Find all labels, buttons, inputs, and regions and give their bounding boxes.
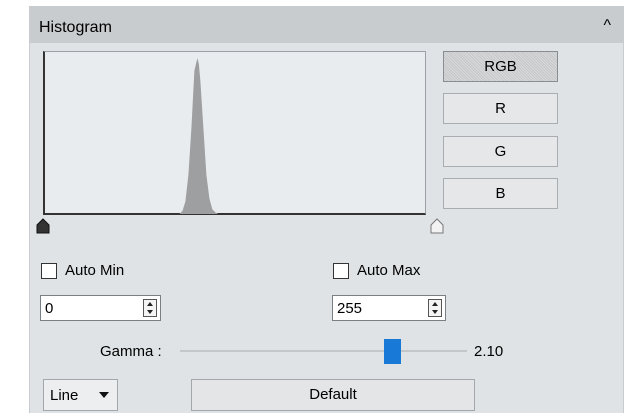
spin-down-icon[interactable] xyxy=(147,310,153,314)
gamma-slider-track[interactable] xyxy=(180,350,467,352)
default-button[interactable]: Default xyxy=(191,379,475,411)
max-value-text: 255 xyxy=(337,300,363,317)
panel-header[interactable]: Histogram ^ xyxy=(30,6,623,43)
collapse-icon[interactable]: ^ xyxy=(603,18,611,34)
min-level-handle-icon[interactable] xyxy=(36,218,50,234)
auto-min-checkbox[interactable] xyxy=(41,262,57,279)
gamma-label: Gamma : xyxy=(100,343,162,360)
spin-up-icon[interactable] xyxy=(432,302,438,306)
channel-rgb-button[interactable]: RGB xyxy=(443,51,558,82)
spin-up-icon[interactable] xyxy=(147,302,153,306)
histogram-chart xyxy=(43,51,426,215)
histogram-area xyxy=(45,58,426,214)
channel-r-button[interactable]: R xyxy=(443,93,558,124)
gamma-slider-thumb[interactable] xyxy=(383,339,401,364)
auto-max-label: Auto Max xyxy=(357,262,421,279)
max-value-spinbox[interactable]: 255 xyxy=(332,295,446,321)
auto-max-checkbox[interactable] xyxy=(333,262,349,279)
dropdown-arrow-icon xyxy=(99,392,109,398)
channel-b-button[interactable]: B xyxy=(443,178,558,209)
min-spin-buttons[interactable] xyxy=(143,299,157,317)
min-value-text: 0 xyxy=(45,300,54,317)
auto-max-checkbox-row[interactable]: Auto Max xyxy=(333,262,420,279)
max-level-handle-icon[interactable] xyxy=(430,218,444,234)
mode-dropdown-value: Line xyxy=(50,387,79,404)
histogram-panel: Histogram ^ RGB R G B Auto Min Auto Max … xyxy=(29,6,624,413)
max-spin-buttons[interactable] xyxy=(428,299,442,317)
min-value-spinbox[interactable]: 0 xyxy=(40,295,161,321)
panel-title: Histogram xyxy=(39,19,112,36)
mode-dropdown[interactable]: Line xyxy=(43,379,118,411)
gamma-value: 2.10 xyxy=(474,343,504,360)
spin-down-icon[interactable] xyxy=(432,310,438,314)
auto-min-label: Auto Min xyxy=(65,262,125,279)
histogram-plot xyxy=(45,58,426,214)
auto-min-checkbox-row[interactable]: Auto Min xyxy=(41,262,124,279)
channel-g-button[interactable]: G xyxy=(443,136,558,167)
